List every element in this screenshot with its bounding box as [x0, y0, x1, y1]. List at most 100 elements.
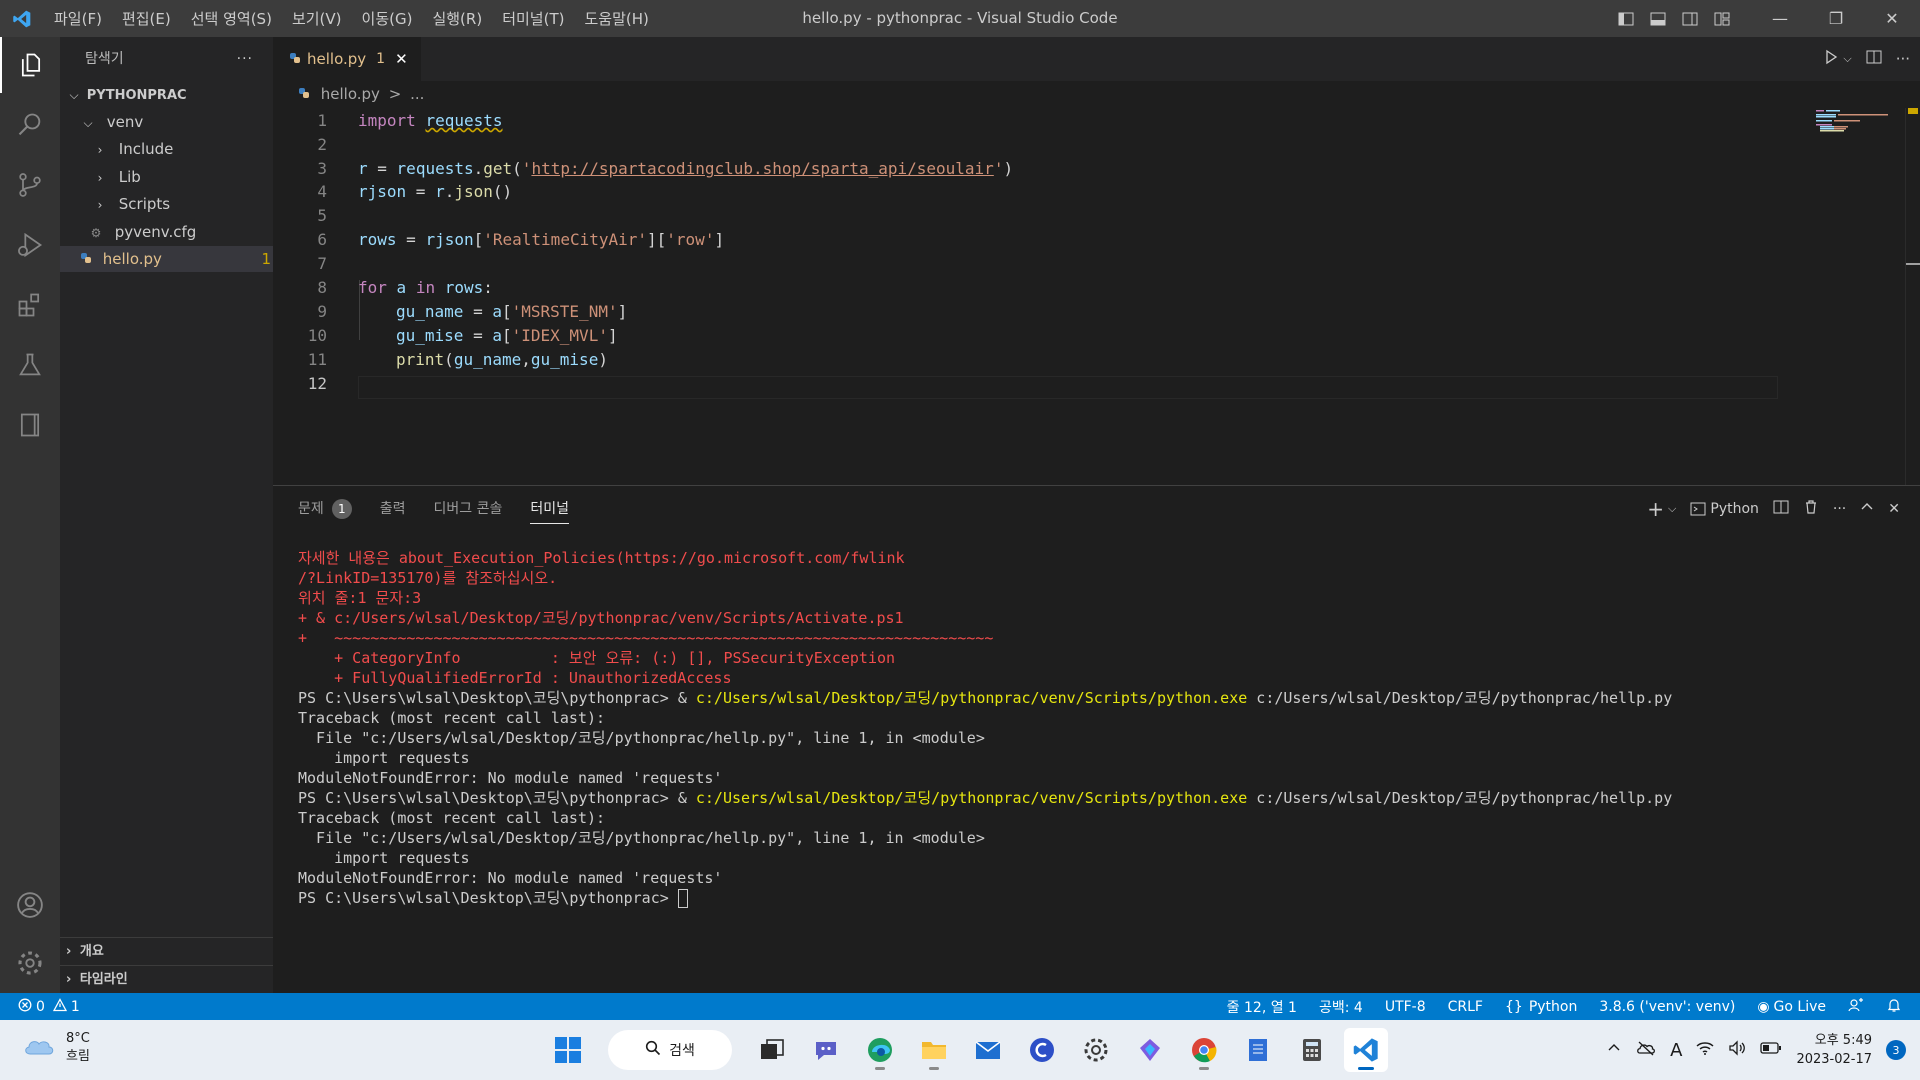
url-link[interactable]: http://spartacodingclub.shop/sparta_api/…: [531, 159, 993, 178]
line-ending[interactable]: CRLF: [1448, 999, 1483, 1015]
restore-icon[interactable]: ❐: [1808, 0, 1864, 37]
close-panel-icon[interactable]: ✕: [1888, 501, 1900, 517]
tab-output[interactable]: 출력: [380, 486, 406, 532]
tab-debug-console[interactable]: 디버그 콘솔: [434, 486, 503, 532]
line-number: 7: [317, 254, 327, 273]
calculator-icon[interactable]: [1290, 1028, 1334, 1072]
teams-chat-icon[interactable]: [804, 1028, 848, 1072]
tree-item-venv[interactable]: ⌵ venv: [60, 109, 293, 135]
language-label: Python: [1528, 998, 1578, 1015]
outline-section[interactable]: › 개요: [60, 937, 279, 966]
wifi-icon[interactable]: [1696, 1040, 1714, 1060]
customize-layout-icon[interactable]: [1706, 0, 1738, 37]
terminal-output[interactable]: 자세한 내용은 about_Execution_Policies(https:/…: [298, 548, 1898, 908]
python-interpreter[interactable]: 3.8.6 ('venv': venv): [1599, 999, 1735, 1015]
tree-item-scripts[interactable]: › Scripts: [60, 191, 305, 217]
new-terminal-plus-icon[interactable]: +: [1647, 497, 1664, 521]
toggle-secondary-sidebar-icon[interactable]: [1674, 0, 1706, 37]
weather-widget[interactable]: 8°C 흐림: [22, 1030, 90, 1066]
notification-count-badge[interactable]: 3: [1886, 1040, 1906, 1060]
terminal-dropdown-chevron-icon[interactable]: ⌵: [1668, 502, 1676, 516]
menu-file[interactable]: 파일(F): [44, 8, 112, 29]
cursor-position[interactable]: 줄 12, 열 1: [1227, 997, 1297, 1017]
vscode-logo-icon[interactable]: [0, 0, 44, 37]
onedrive-cloud-offline-icon[interactable]: [1636, 1040, 1656, 1060]
source-control-icon[interactable]: [0, 157, 60, 213]
tree-item-include[interactable]: › Include: [60, 136, 305, 162]
menu-view[interactable]: 보기(V): [282, 8, 352, 29]
menu-selection[interactable]: 선택 영역(S): [181, 8, 282, 29]
menu-run[interactable]: 실행(R): [422, 8, 492, 29]
breadcrumb-symbols[interactable]: ...: [410, 85, 424, 103]
kill-terminal-trash-icon[interactable]: [1803, 499, 1819, 519]
project-root[interactable]: ⌵ PYTHONPRAC: [60, 81, 279, 107]
terminal-python-selector[interactable]: Python: [1690, 501, 1759, 517]
volume-icon[interactable]: [1728, 1040, 1746, 1060]
tab-hello-py[interactable]: hello.py 1 ✕: [273, 37, 421, 81]
timeline-section[interactable]: › 타임라인: [60, 965, 279, 994]
terminal-line: PS C:\Users\wlsal\Desktop\코딩\pythonprac>…: [298, 788, 1898, 808]
battery-icon[interactable]: [1760, 1041, 1782, 1059]
chevron-right-icon: ›: [97, 171, 103, 185]
encoding[interactable]: UTF-8: [1385, 999, 1426, 1015]
tab-terminal[interactable]: 터미널: [530, 486, 569, 532]
remote-app-icon[interactable]: [1020, 1028, 1064, 1072]
language-mode[interactable]: {} Python: [1505, 999, 1577, 1015]
more-actions-icon[interactable]: ···: [1833, 501, 1846, 517]
search-icon[interactable]: [0, 97, 60, 153]
maximize-panel-chevron-up-icon[interactable]: [1860, 500, 1874, 518]
testing-icon[interactable]: [0, 337, 60, 393]
close-tab-icon[interactable]: ✕: [395, 50, 408, 68]
minimize-icon[interactable]: —: [1752, 0, 1808, 37]
feedback-icon[interactable]: [1848, 997, 1864, 1017]
notepad-icon[interactable]: [1236, 1028, 1280, 1072]
chrome-browser-icon[interactable]: [1182, 1028, 1226, 1072]
notifications-bell-icon[interactable]: [1886, 997, 1902, 1017]
tab-problems[interactable]: 문제 1: [298, 486, 352, 532]
extensions-icon[interactable]: [0, 277, 60, 333]
show-hidden-icons-chevron-icon[interactable]: [1606, 1040, 1622, 1060]
code-editor[interactable]: 1 2 3 4 5 6 7 8 9 10 11 12 import reques…: [273, 108, 1920, 485]
breadcrumb-file[interactable]: hello.py: [321, 85, 380, 103]
close-window-icon[interactable]: ✕: [1864, 0, 1920, 37]
menu-go[interactable]: 이동(G): [352, 8, 423, 29]
manage-gear-icon[interactable]: [0, 935, 60, 991]
toggle-panel-icon[interactable]: [1642, 0, 1674, 37]
copilot-icon[interactable]: [1128, 1028, 1172, 1072]
clock[interactable]: 오후 5:49 2023-02-17: [1796, 1031, 1872, 1069]
more-actions-icon[interactable]: ···: [1896, 50, 1910, 68]
start-windows-icon[interactable]: [546, 1028, 590, 1072]
explorer-icon[interactable]: [0, 37, 60, 93]
remote-explorer-icon[interactable]: [0, 397, 60, 453]
edge-browser-icon[interactable]: [858, 1028, 902, 1072]
tree-item-pyvenv-cfg[interactable]: ⚙ pyvenv.cfg: [60, 219, 301, 245]
run-dropdown-chevron-icon[interactable]: ⌵: [1843, 52, 1851, 66]
indentation[interactable]: 공백: 4: [1319, 997, 1363, 1017]
accounts-icon[interactable]: [0, 877, 60, 933]
menu-edit[interactable]: 편집(E): [112, 8, 181, 29]
more-actions-icon[interactable]: ···: [237, 37, 253, 81]
vscode-taskbar-icon[interactable]: [1344, 1028, 1388, 1072]
panel-actions: + ⌵ Python ··· ✕: [1647, 486, 1900, 532]
toggle-primary-sidebar-icon[interactable]: [1610, 0, 1642, 37]
tree-item-hello-py[interactable]: hello.py 1: [60, 246, 291, 272]
code-token: for: [358, 278, 387, 297]
minimap[interactable]: [1816, 108, 1906, 485]
split-editor-icon[interactable]: [1866, 49, 1882, 69]
taskbar-search[interactable]: 검색: [608, 1030, 732, 1070]
run-debug-icon[interactable]: [0, 217, 60, 273]
run-python-file-icon[interactable]: [1823, 49, 1839, 69]
go-live-button[interactable]: ◉ Go Live: [1757, 999, 1826, 1015]
problems-status[interactable]: 0 1: [18, 993, 80, 1020]
input-method-icon[interactable]: A: [1670, 1040, 1682, 1061]
window-controls: — ❐ ✕: [1610, 0, 1920, 37]
menu-help[interactable]: 도움말(H): [574, 8, 658, 29]
mail-icon[interactable]: [966, 1028, 1010, 1072]
menu-terminal[interactable]: 터미널(T): [492, 8, 574, 29]
editor-scrollbar[interactable]: [1905, 108, 1920, 485]
file-explorer-icon[interactable]: [912, 1028, 956, 1072]
tree-item-lib[interactable]: › Lib: [60, 164, 305, 190]
settings-gear-icon[interactable]: [1074, 1028, 1118, 1072]
task-view-icon[interactable]: [750, 1028, 794, 1072]
split-terminal-icon[interactable]: [1773, 499, 1789, 519]
